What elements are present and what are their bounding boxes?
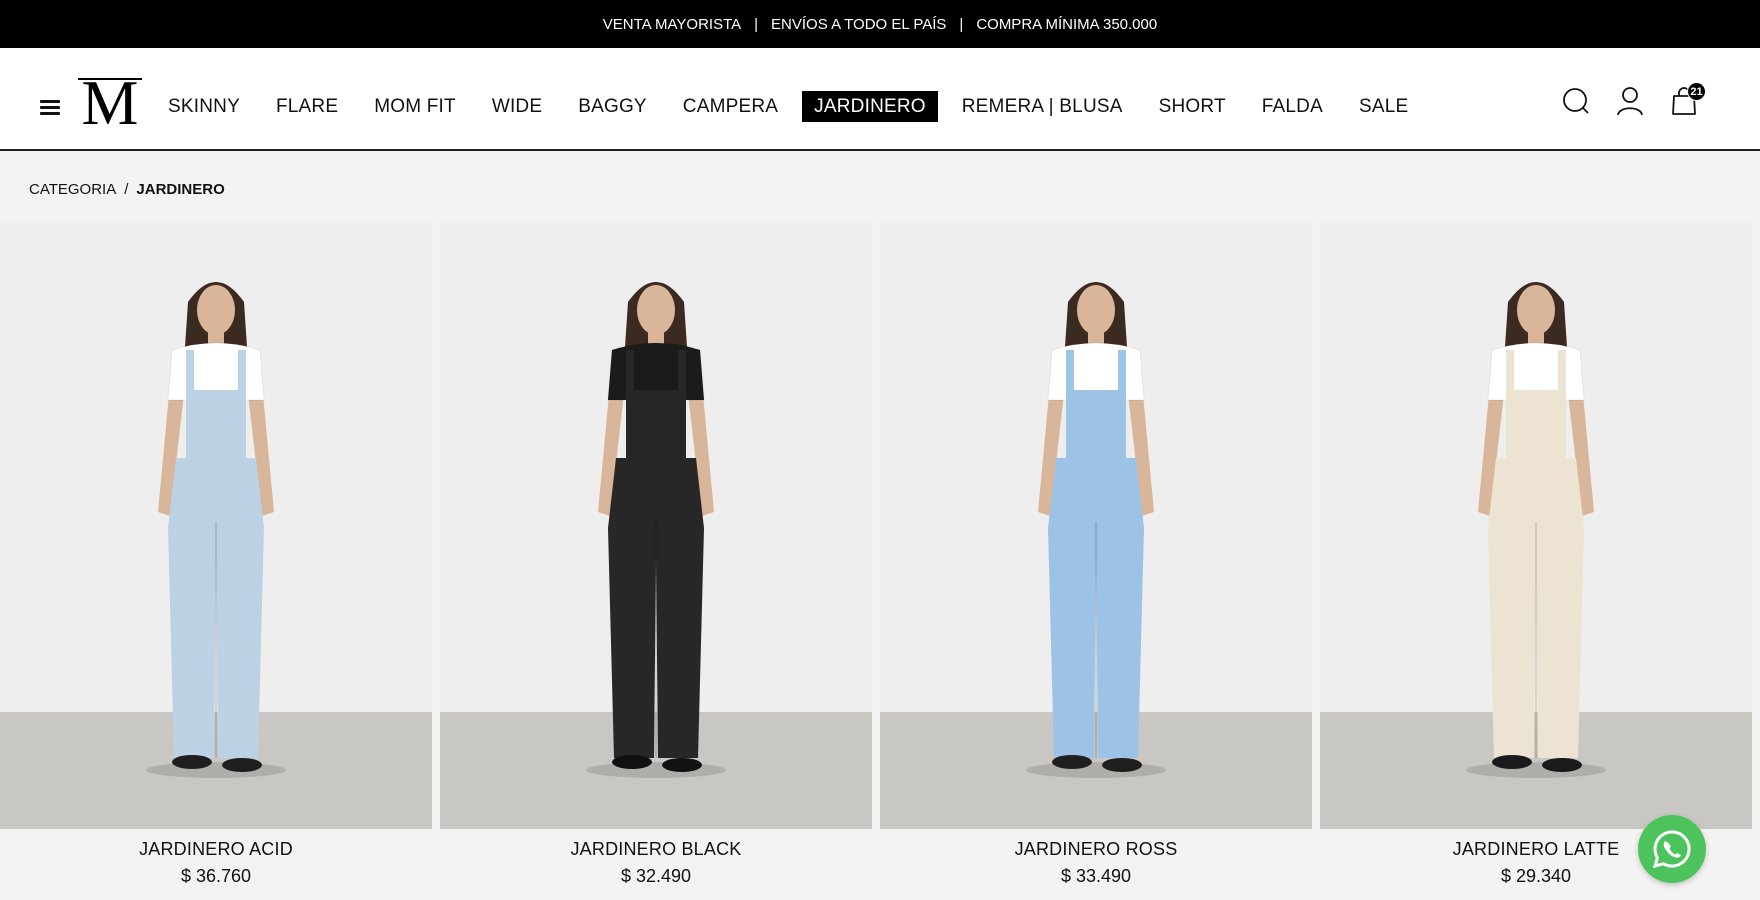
- breadcrumb-separator: /: [124, 181, 129, 198]
- announcement-separator: |: [959, 15, 964, 33]
- breadcrumb-parent-link[interactable]: CATEGORIA: [29, 181, 116, 198]
- nav-item-mom-fit[interactable]: MOM FIT: [362, 91, 468, 122]
- breadcrumb-current: JARDINERO: [136, 181, 225, 198]
- nav-item-skinny[interactable]: SKINNY: [156, 91, 252, 122]
- search-icon[interactable]: [1560, 78, 1592, 124]
- nav-item-falda[interactable]: FALDA: [1250, 91, 1335, 122]
- product-card[interactable]: JARDINERO LATTE $ 29.340: [1320, 222, 1752, 900]
- product-image[interactable]: [440, 222, 872, 829]
- page: VENTA MAYORISTA | ENVÍOS A TODO EL PAÍS …: [0, 0, 1760, 900]
- announcement-separator: |: [754, 15, 759, 33]
- nav-item-baggy[interactable]: BAGGY: [566, 91, 659, 122]
- product-name[interactable]: JARDINERO ROSS: [880, 839, 1312, 860]
- product-image[interactable]: [0, 222, 432, 829]
- nav-item-short[interactable]: SHORT: [1147, 91, 1238, 122]
- nav-item-jardinero[interactable]: JARDINERO: [802, 90, 938, 122]
- product-card[interactable]: JARDINERO ACID $ 36.760: [0, 222, 432, 900]
- header-actions: 21: [1560, 78, 1760, 124]
- product-card[interactable]: JARDINERO ROSS $ 33.490: [880, 222, 1312, 900]
- whatsapp-icon: [1652, 830, 1691, 869]
- whatsapp-button[interactable]: [1638, 815, 1706, 883]
- product-price: $ 32.490: [620, 866, 692, 886]
- product-image[interactable]: [880, 222, 1312, 829]
- nav-item-flare[interactable]: FLARE: [264, 91, 350, 122]
- main-nav: SKINNY FLARE MOM FIT WIDE BAGGY CAMPERA JARDIN…: [150, 90, 1426, 122]
- svg-text:M: M: [82, 74, 139, 130]
- announcement-bar: VENTA MAYORISTA | ENVÍOS A TODO EL PAÍS …: [0, 0, 1760, 48]
- nav-item-sale[interactable]: SALE: [1347, 91, 1420, 122]
- product-card[interactable]: JARDINERO BLACK $ 32.490: [440, 222, 872, 900]
- announcement-item: COMPRA MÍNIMA 350.000: [976, 15, 1158, 33]
- product-name[interactable]: JARDINERO ACID: [0, 839, 432, 860]
- product-price: $ 36.760: [180, 866, 252, 886]
- nav-item-wide[interactable]: WIDE: [480, 91, 554, 122]
- menu-icon[interactable]: [40, 100, 60, 116]
- logo-mark: M: [78, 67, 142, 138]
- cart-button[interactable]: 21: [1668, 78, 1706, 124]
- announcement-item: ENVÍOS A TODO EL PAÍS: [771, 15, 947, 33]
- product-grid: JARDINERO ACID $ 36.760 JARDINERO BLACK $ 3…: [0, 222, 1760, 900]
- product-name[interactable]: JARDINERO BLACK: [440, 839, 872, 860]
- product-price: $ 33.490: [1060, 866, 1132, 886]
- nav-item-remera-blusa[interactable]: REMERA | BLUSA: [950, 91, 1135, 122]
- brand-logo[interactable]: M: [78, 67, 142, 138]
- breadcrumb: CATEGORIA / JARDINERO: [29, 181, 225, 198]
- cart-count-badge: 21: [1687, 82, 1706, 101]
- announcement-item: VENTA MAYORISTA: [602, 15, 742, 33]
- site-header: M SKINNY FLARE MOM FIT WIDE BAGGY CAMPERA JARD…: [0, 48, 1760, 151]
- user-icon[interactable]: [1614, 78, 1646, 124]
- nav-item-campera[interactable]: CAMPERA: [671, 91, 790, 122]
- product-image[interactable]: [1320, 222, 1752, 829]
